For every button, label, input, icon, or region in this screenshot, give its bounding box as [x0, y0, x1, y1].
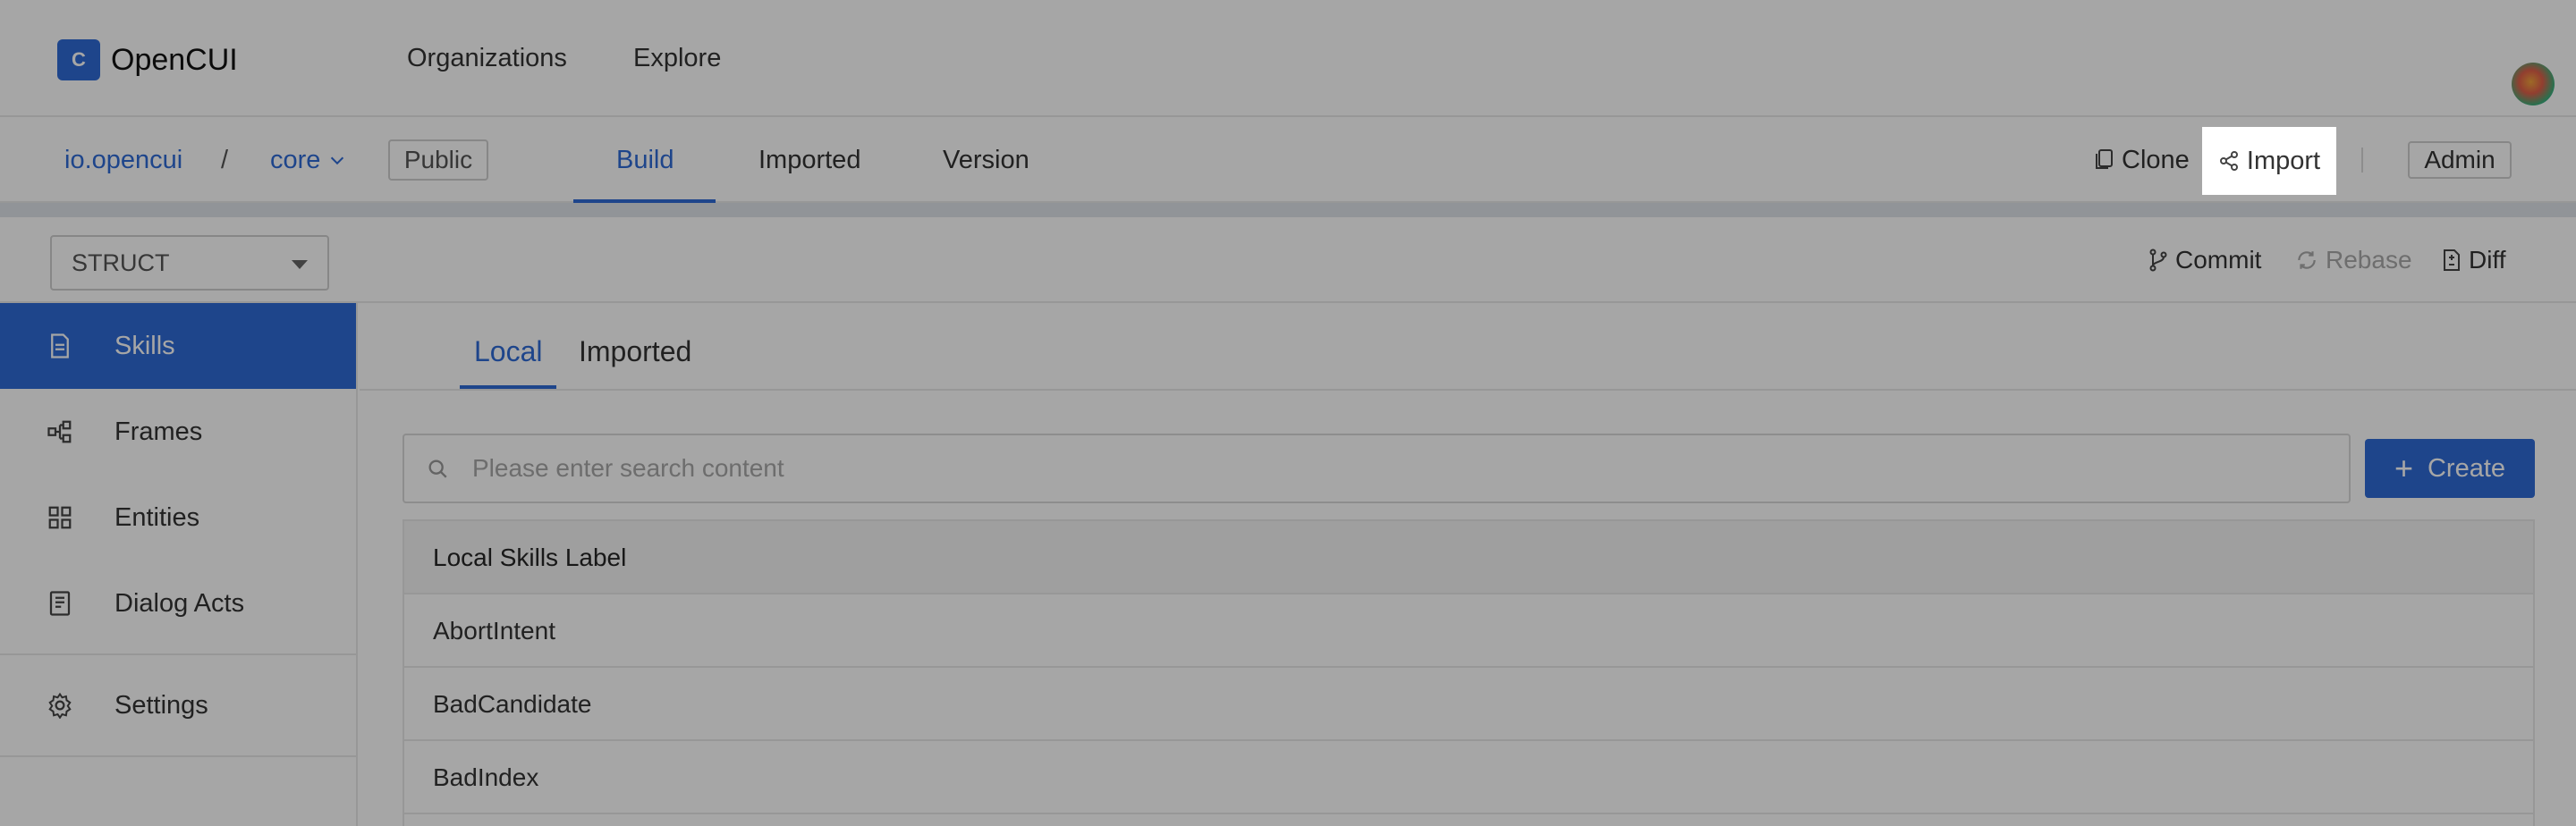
copy-icon	[2096, 149, 2113, 169]
dialog-acts-icon	[49, 591, 71, 616]
table-row[interactable]: BadCandidate	[404, 668, 2533, 741]
branch-icon	[2149, 249, 2167, 272]
diff-button[interactable]: Diff	[2442, 217, 2506, 303]
import-button[interactable]: Import	[2202, 127, 2336, 195]
caret-down-icon	[292, 260, 308, 269]
frames-icon	[47, 420, 72, 443]
entities-icon	[48, 506, 72, 529]
clone-button[interactable]: Clone	[2093, 117, 2190, 203]
sidebar-divider	[0, 755, 356, 757]
search-icon	[428, 459, 447, 478]
sidebar-item-skills[interactable]: Skills	[0, 303, 356, 389]
sidebar-item-frames[interactable]: Frames	[0, 389, 356, 475]
nav-explore[interactable]: Explore	[633, 36, 721, 80]
chevron-down-icon	[331, 156, 344, 165]
active-subtab-indicator	[460, 385, 556, 389]
sidebar: Skills Frames Entities Dialog Acts Setti…	[0, 303, 358, 826]
table-row[interactable]: AbortIntent	[404, 594, 2533, 668]
plus-icon: +	[2394, 450, 2413, 486]
section-divider	[0, 203, 2576, 217]
top-header: C OpenCUI Organizations Explore	[0, 0, 2576, 117]
tab-imported[interactable]: Imported	[758, 117, 860, 203]
app-name[interactable]: OpenCUI	[111, 39, 238, 80]
main-content: Local Imported + Create Local Skills Lab…	[360, 303, 2576, 826]
sidebar-item-dialog-acts[interactable]: Dialog Acts	[0, 560, 356, 646]
breadcrumb-org[interactable]: io.opencui	[64, 117, 182, 203]
skills-table: Local Skills Label AbortIntent BadCandid…	[402, 519, 2535, 826]
table-row[interactable]: BadIndex	[404, 741, 2533, 814]
document-icon	[51, 333, 69, 358]
create-button[interactable]: + Create	[2365, 439, 2535, 498]
gear-icon	[48, 692, 72, 719]
nav-organizations[interactable]: Organizations	[407, 36, 567, 80]
diff-icon	[2444, 249, 2460, 271]
sidebar-item-entities[interactable]: Entities	[0, 475, 356, 560]
toolbar-divider	[2361, 148, 2363, 173]
build-toolbar: STRUCT Commit Rebase Diff	[0, 217, 2576, 303]
type-select[interactable]: STRUCT	[50, 235, 329, 291]
rebase-button[interactable]: Rebase	[2295, 217, 2412, 303]
user-avatar[interactable]	[2512, 63, 2555, 105]
subtab-imported[interactable]: Imported	[579, 303, 691, 389]
sync-icon	[2298, 251, 2316, 269]
project-bar: io.opencui / core Public Build Imported …	[0, 117, 2576, 203]
visibility-badge: Public	[388, 139, 488, 181]
search-input[interactable]	[472, 435, 2333, 502]
subtab-divider	[360, 389, 2576, 391]
breadcrumb-project[interactable]: core	[270, 117, 347, 203]
tab-build[interactable]: Build	[616, 117, 674, 203]
subtab-local[interactable]: Local	[474, 303, 543, 389]
app-logo-icon[interactable]: C	[57, 39, 100, 80]
type-select-value: STRUCT	[72, 249, 170, 276]
share-icon	[2219, 151, 2238, 171]
project-name: core	[270, 146, 321, 174]
admin-button[interactable]: Admin	[2408, 141, 2512, 179]
table-header: Local Skills Label	[404, 521, 2533, 594]
breadcrumb-separator: /	[221, 146, 229, 174]
commit-button[interactable]: Commit	[2148, 217, 2261, 303]
sidebar-item-settings[interactable]: Settings	[0, 662, 356, 748]
search-box	[402, 434, 2351, 503]
tab-version[interactable]: Version	[943, 117, 1030, 203]
sidebar-divider	[0, 653, 356, 655]
